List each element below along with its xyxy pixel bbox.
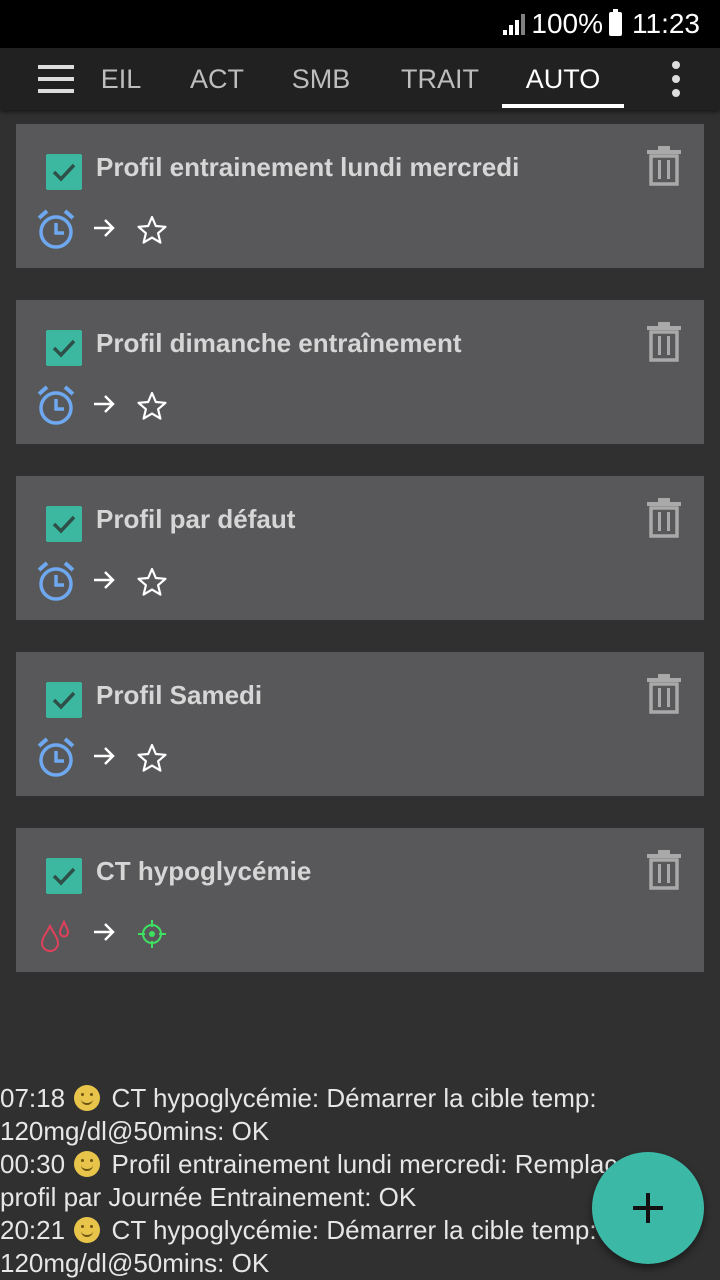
log-text: 120mg/dl@50mins: OK: [0, 1248, 270, 1278]
log-line: 120mg/dl@50mins: OK: [0, 1247, 720, 1280]
clock-time: 11:23: [632, 8, 700, 39]
alarm-clock-icon: [36, 384, 76, 426]
arrow-right-icon: [92, 744, 116, 768]
smiley-icon: [74, 1085, 101, 1111]
arrow-right-icon: [92, 392, 116, 416]
enabled-checkbox[interactable]: [46, 506, 82, 542]
checkmark-icon: [50, 510, 78, 538]
arrow-right-icon: [92, 568, 116, 592]
log-text: CT hypoglycémie: Démarrer la cible temp:: [111, 1215, 597, 1245]
trash-icon[interactable]: [646, 674, 682, 714]
star-icon: [136, 214, 168, 246]
log-time: 07:18: [0, 1083, 66, 1113]
enabled-checkbox[interactable]: [46, 858, 82, 894]
smiley-icon: [74, 1217, 101, 1243]
automation-title: Profil entrainement lundi mercredi: [96, 152, 520, 182]
automation-title: Profil dimanche entraînement: [96, 328, 462, 358]
target-icon: [136, 918, 168, 950]
signal-icon: [501, 13, 526, 35]
log-text: CT hypoglycémie: Démarrer la cible temp:: [111, 1083, 597, 1113]
automation-card[interactable]: Profil dimanche entraînement: [16, 300, 704, 444]
star-icon: [136, 742, 168, 774]
automation-card[interactable]: CT hypoglycémie: [16, 828, 704, 972]
star-icon: [136, 390, 168, 422]
checkmark-icon: [50, 862, 78, 890]
log-time: 00:30: [0, 1149, 66, 1179]
add-automation-button[interactable]: [592, 1152, 704, 1264]
app-toolbar: EIL ACT SMB TRAIT AUTO: [0, 48, 720, 110]
automation-title: Profil Samedi: [96, 680, 263, 710]
log-text: Profil entrainement lundi mercredi: Remp…: [111, 1149, 668, 1179]
tab-trait[interactable]: TRAIT: [388, 48, 492, 110]
alarm-clock-icon: [36, 560, 76, 602]
status-bar: 100% 11:23: [0, 0, 720, 48]
battery-icon: [609, 9, 622, 36]
log-text: 120mg/dl@50mins: OK: [0, 1116, 270, 1146]
automation-title: CT hypoglycémie: [96, 856, 312, 886]
automation-card[interactable]: Profil entrainement lundi mercredi: [16, 124, 704, 268]
enabled-checkbox[interactable]: [46, 330, 82, 366]
tab-strip: EIL ACT SMB TRAIT AUTO: [100, 48, 640, 110]
arrow-right-icon: [92, 216, 116, 240]
checkmark-icon: [50, 158, 78, 186]
overflow-menu-icon[interactable]: [672, 61, 680, 97]
star-icon: [136, 566, 168, 598]
trash-icon[interactable]: [646, 322, 682, 362]
tab-smb[interactable]: SMB: [276, 48, 366, 110]
automation-title: Profil par défaut: [96, 504, 296, 534]
tab-act[interactable]: ACT: [172, 48, 262, 110]
automation-card[interactable]: Profil Samedi: [16, 652, 704, 796]
checkmark-icon: [50, 334, 78, 362]
log-line: 120mg/dl@50mins: OK: [0, 1115, 720, 1148]
alarm-clock-icon: [36, 208, 76, 250]
blood-drops-icon: [36, 912, 76, 954]
smiley-icon: [74, 1151, 101, 1177]
trash-icon[interactable]: [646, 146, 682, 186]
checkmark-icon: [50, 686, 78, 714]
log-line: 07:18 CT hypoglycémie: Démarrer la cible…: [0, 1082, 720, 1115]
enabled-checkbox[interactable]: [46, 682, 82, 718]
log-text: profil par Journée Entrainement: OK: [0, 1182, 417, 1212]
arrow-right-icon: [92, 920, 116, 944]
trash-icon[interactable]: [646, 498, 682, 538]
battery-percent: 100%: [531, 8, 603, 39]
alarm-clock-icon: [36, 736, 76, 778]
automation-card[interactable]: Profil par défaut: [16, 476, 704, 620]
tab-accueil[interactable]: EIL: [100, 48, 146, 110]
hamburger-menu-icon[interactable]: [38, 65, 74, 93]
enabled-checkbox[interactable]: [46, 154, 82, 190]
trash-icon[interactable]: [646, 850, 682, 890]
tab-auto[interactable]: AUTO: [502, 48, 624, 110]
log-time: 20:21: [0, 1215, 66, 1245]
